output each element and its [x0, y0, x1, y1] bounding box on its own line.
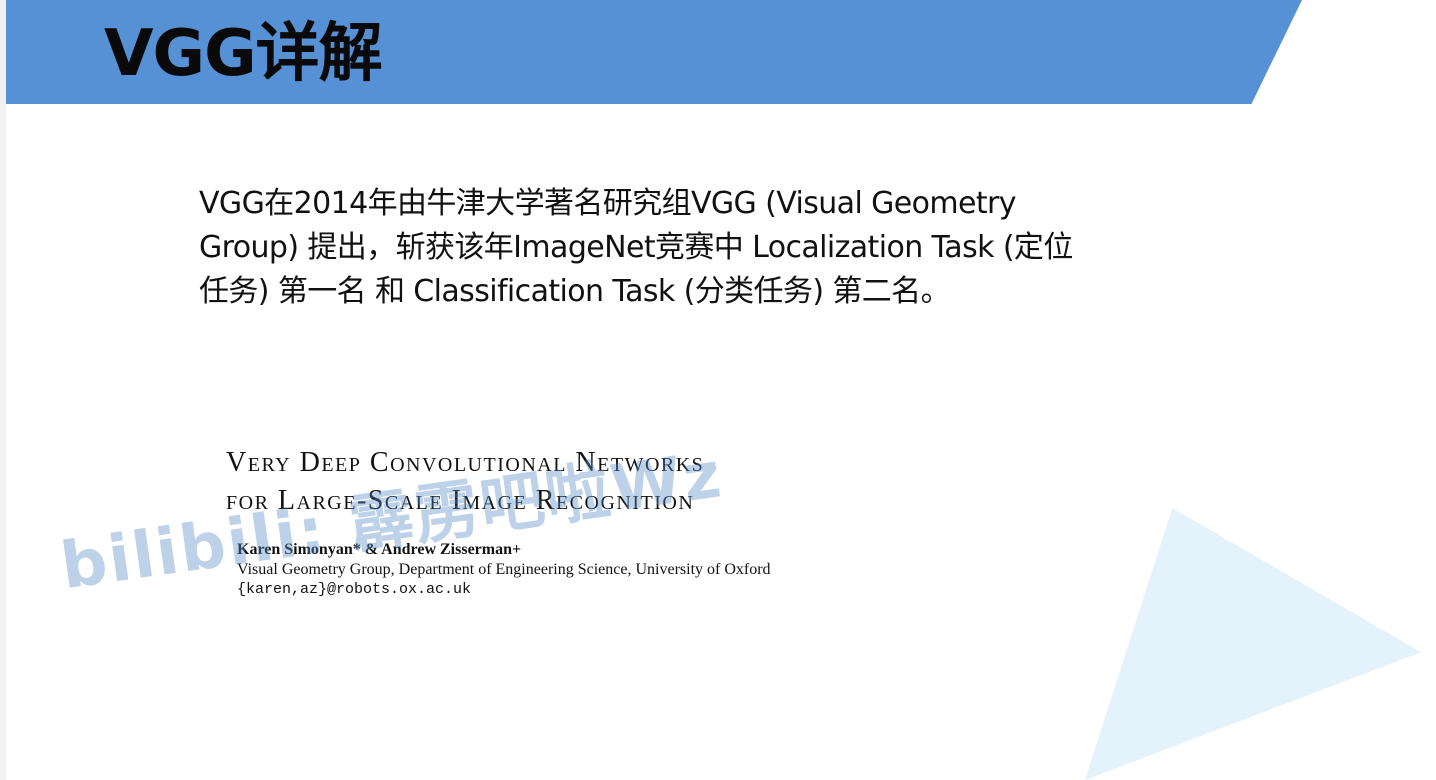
- intro-line: 任务) 第一名 和 Classification Task (分类任务) 第二名…: [199, 274, 951, 309]
- intro-line: VGG在2014年由牛津大学著名研究组VGG (Visual Geometry: [199, 186, 1017, 221]
- decorative-triangle: [1085, 508, 1421, 780]
- intro-paragraph: VGG在2014年由牛津大学著名研究组VGG (Visual Geometry …: [199, 182, 1179, 314]
- slide-left-edge: [0, 0, 6, 780]
- slide-title: VGG详解: [104, 17, 383, 91]
- intro-line: Group) 提出，斩获该年ImageNet竞赛中 Localization T…: [199, 230, 1073, 265]
- paper-email: {karen,az}@robots.ox.ac.uk: [237, 581, 472, 598]
